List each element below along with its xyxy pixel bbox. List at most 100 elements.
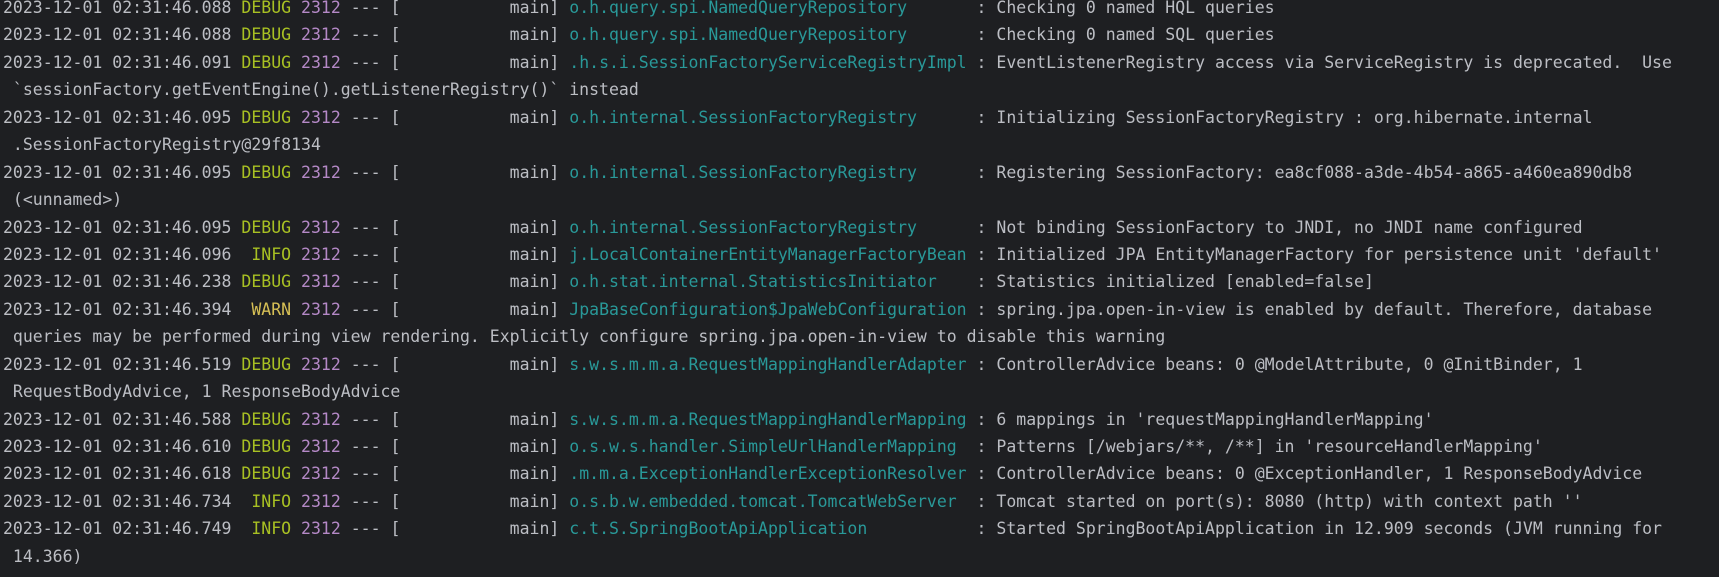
log-line: 2023-12-01 02:31:46.618 DEBUG 2312 --- [… [3, 460, 1719, 487]
log-line: 2023-12-01 02:31:46.091 DEBUG 2312 --- [… [3, 49, 1719, 76]
log-separator [231, 108, 241, 127]
log-line: 2023-12-01 02:31:46.394 WARN 2312 --- [ … [3, 296, 1719, 323]
log-separator [291, 464, 301, 483]
log-line: 2023-12-01 02:31:46.734 INFO 2312 --- [ … [3, 488, 1719, 515]
log-message: : Initialized JPA EntityManagerFactory f… [966, 244, 1662, 264]
log-separator [291, 25, 301, 44]
log-continuation-line: 14.366) [3, 543, 1719, 570]
log-level: DEBUG [241, 162, 292, 182]
log-separator [291, 355, 301, 374]
log-level: DEBUG [241, 52, 292, 72]
log-message-continuation: RequestBodyAdvice, 1 ResponseBodyAdvice [3, 382, 401, 402]
log-level: DEBUG [241, 437, 292, 456]
log-pid: 2312 [301, 464, 341, 484]
log-separator [291, 108, 301, 127]
log-pid: 2312 [301, 409, 341, 429]
log-line: 2023-12-01 02:31:46.588 DEBUG 2312 --- [… [3, 406, 1719, 433]
log-message: : Not binding SessionFactory to JNDI, no… [966, 217, 1583, 237]
log-message-continuation: (<unnamed>) [3, 190, 123, 210]
log-level: INFO [241, 491, 292, 511]
log-thread: --- [ main] [340, 272, 570, 292]
log-separator [291, 410, 301, 429]
log-logger: o.h.query.spi.NamedQueryRepository [569, 0, 967, 17]
log-line: 2023-12-01 02:31:46.088 DEBUG 2312 --- [… [3, 21, 1719, 48]
log-logger: s.w.s.m.m.a.RequestMappingHandlerAdapter [569, 354, 967, 374]
log-level: DEBUG [241, 217, 292, 237]
log-separator [291, 245, 301, 264]
log-continuation-line: RequestBodyAdvice, 1 ResponseBodyAdvice [3, 378, 1719, 405]
log-timestamp: 2023-12-01 02:31:46.588 [3, 409, 232, 429]
log-separator [291, 437, 301, 456]
log-thread: --- [ main] [340, 299, 570, 319]
console-output[interactable]: 2023-12-01 02:31:46.088 DEBUG 2312 --- [… [0, 0, 1719, 571]
log-timestamp: 2023-12-01 02:31:46.095 [3, 107, 232, 127]
log-logger: o.h.stat.internal.StatisticsInitiator [569, 272, 967, 292]
log-message: : EventListenerRegistry access via Servi… [966, 52, 1672, 72]
log-separator [231, 163, 241, 182]
log-level: DEBUG [241, 354, 292, 374]
log-thread: --- [ main] [340, 25, 570, 45]
log-separator [231, 437, 241, 456]
log-timestamp: 2023-12-01 02:31:46.618 [3, 464, 232, 484]
log-line: 2023-12-01 02:31:46.095 DEBUG 2312 --- [… [3, 104, 1719, 131]
log-level: DEBUG [241, 0, 292, 17]
log-message: : Statistics initialized [enabled=false] [966, 272, 1374, 292]
log-message-continuation: .SessionFactoryRegistry@29f8134 [3, 135, 321, 155]
log-message: : Registering SessionFactory: ea8cf088-a… [966, 162, 1633, 182]
log-separator [231, 355, 241, 374]
log-separator [291, 0, 301, 17]
log-message: : Patterns [/webjars/**, /**] in 'resour… [966, 437, 1543, 456]
log-timestamp: 2023-12-01 02:31:46.088 [3, 25, 232, 45]
log-message-continuation: queries may be performed during view ren… [3, 327, 1166, 347]
log-separator [291, 163, 301, 182]
log-continuation-line: .SessionFactoryRegistry@29f8134 [3, 131, 1719, 158]
log-thread: --- [ main] [340, 162, 570, 182]
log-level: DEBUG [241, 464, 292, 484]
log-message-continuation: `sessionFactory.getEventEngine().getList… [3, 80, 639, 100]
log-message: : ControllerAdvice beans: 0 @ExceptionHa… [966, 464, 1643, 484]
log-thread: --- [ main] [340, 464, 570, 484]
log-separator [231, 218, 241, 237]
log-message: : spring.jpa.open-in-view is enabled by … [966, 299, 1653, 319]
log-line: 2023-12-01 02:31:46.519 DEBUG 2312 --- [… [3, 351, 1719, 378]
log-timestamp: 2023-12-01 02:31:46.238 [3, 272, 232, 292]
log-level: INFO [241, 244, 292, 264]
log-thread: --- [ main] [340, 0, 570, 17]
log-timestamp: 2023-12-01 02:31:46.749 [3, 519, 232, 539]
log-thread: --- [ main] [340, 52, 570, 72]
log-separator [231, 0, 241, 17]
log-line: 2023-12-01 02:31:46.238 DEBUG 2312 --- [… [3, 268, 1719, 295]
log-pid: 2312 [301, 52, 341, 72]
log-level: DEBUG [241, 107, 292, 127]
log-separator [291, 53, 301, 72]
log-level: DEBUG [241, 25, 292, 45]
log-separator [231, 53, 241, 72]
log-continuation-line: `sessionFactory.getEventEngine().getList… [3, 76, 1719, 103]
log-line: 2023-12-01 02:31:46.749 INFO 2312 --- [ … [3, 515, 1719, 542]
log-separator [231, 410, 241, 429]
log-pid: 2312 [301, 272, 341, 292]
log-level: DEBUG [241, 409, 292, 429]
log-thread: --- [ main] [340, 409, 570, 429]
log-continuation-line: (<unnamed>) [3, 186, 1719, 213]
log-logger: o.h.internal.SessionFactoryRegistry [569, 107, 967, 127]
log-pid: 2312 [301, 0, 341, 17]
log-logger: s.w.s.m.m.a.RequestMappingHandlerMapping [569, 409, 967, 429]
log-timestamp: 2023-12-01 02:31:46.519 [3, 354, 232, 374]
log-timestamp: 2023-12-01 02:31:46.610 [3, 437, 232, 456]
log-line: 2023-12-01 02:31:46.095 DEBUG 2312 --- [… [3, 214, 1719, 241]
log-logger: c.t.S.SpringBootApiApplication [569, 519, 967, 539]
log-thread: --- [ main] [340, 437, 570, 456]
log-message: : Checking 0 named HQL queries [966, 0, 1275, 17]
log-thread: --- [ main] [340, 217, 570, 237]
log-timestamp: 2023-12-01 02:31:46.734 [3, 491, 232, 511]
log-logger: o.s.b.w.embedded.tomcat.TomcatWebServer [569, 491, 967, 511]
log-line: 2023-12-01 02:31:46.095 DEBUG 2312 --- [… [3, 159, 1719, 186]
log-message: : Initializing SessionFactoryRegistry : … [966, 107, 1593, 127]
log-logger: .h.s.i.SessionFactoryServiceRegistryImpl [569, 52, 967, 72]
log-timestamp: 2023-12-01 02:31:46.096 [3, 244, 232, 264]
log-pid: 2312 [301, 354, 341, 374]
log-separator [291, 300, 301, 319]
log-timestamp: 2023-12-01 02:31:46.091 [3, 52, 232, 72]
log-separator [231, 519, 241, 538]
